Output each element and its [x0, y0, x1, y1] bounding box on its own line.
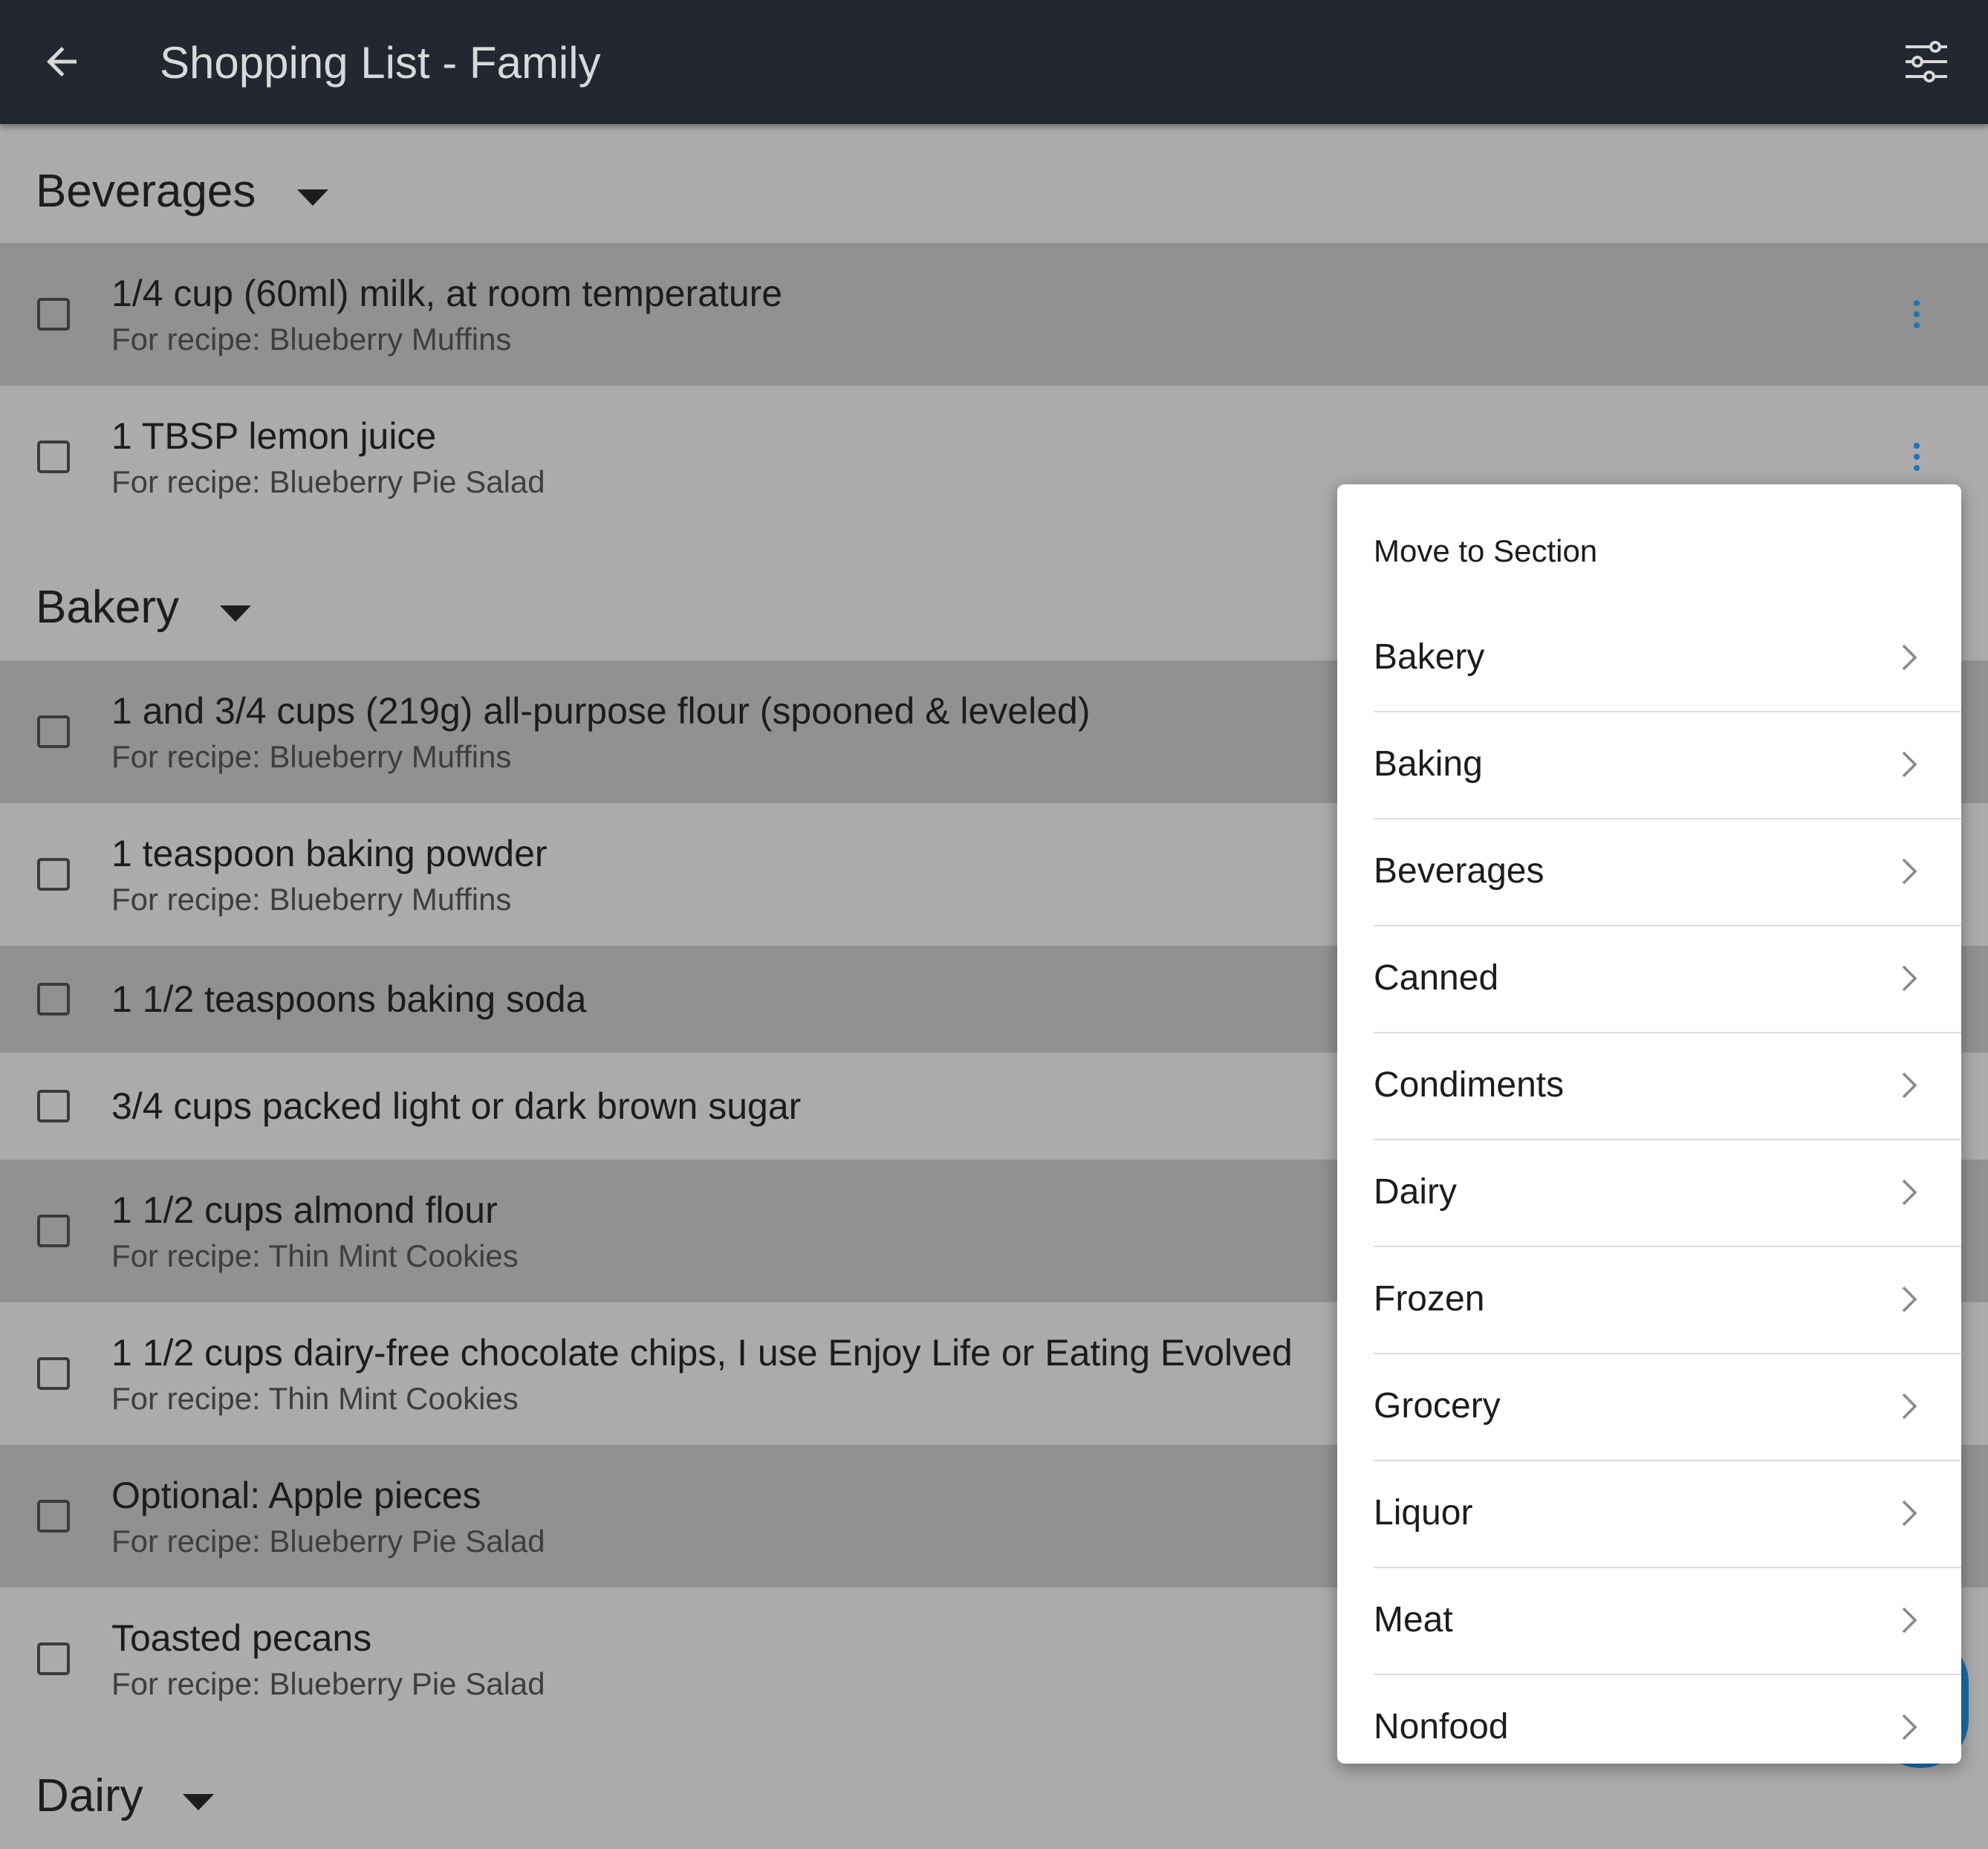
back-button[interactable] [30, 30, 94, 94]
caret-down-icon[interactable] [183, 1794, 214, 1810]
item-text: 3/4 cups packed light or dark brown suga… [111, 1085, 802, 1127]
menu-item-nonfood[interactable]: Nonfood [1374, 1675, 1961, 1764]
menu-item-dairy[interactable]: Dairy [1374, 1140, 1961, 1247]
item-recipe: For recipe: Blueberry Pie Salad [111, 1666, 545, 1701]
menu-header: Move to Section [1374, 533, 1598, 568]
menu-item-baking[interactable]: Baking [1374, 712, 1961, 819]
chevron-right-icon [1902, 751, 1917, 778]
item-text: 1 1/2 teaspoons baking soda [111, 978, 587, 1020]
chevron-right-icon [1902, 1179, 1917, 1206]
menu-item-label: Beverages [1374, 851, 1544, 891]
chevron-right-icon [1902, 1714, 1917, 1741]
item-checkbox[interactable] [37, 715, 70, 748]
item-checkbox[interactable] [37, 1215, 70, 1247]
chevron-right-icon [1902, 858, 1917, 885]
menu-item-grocery[interactable]: Grocery [1374, 1354, 1961, 1461]
item-text: 1 TBSP lemon juice [111, 415, 437, 457]
item-text: 1 and 3/4 cups (219g) all-purpose flour … [111, 690, 1091, 732]
menu-item-label: Baking [1374, 744, 1483, 784]
item-text: 1 teaspoon baking powder [111, 833, 548, 874]
item-recipe: For recipe: Blueberry Pie Salad [111, 1524, 545, 1559]
more-vert-icon[interactable] [1902, 430, 1932, 484]
caret-down-icon[interactable] [220, 605, 251, 622]
caret-down-icon[interactable] [297, 189, 328, 206]
list-item[interactable]: 1/4 cup (60ml) milk, at room temperature… [0, 243, 1988, 386]
section-title: Beverages [36, 166, 256, 217]
page-title: Shopping List - Family [160, 38, 601, 88]
menu-item-label: Nonfood [1374, 1707, 1509, 1746]
item-checkbox[interactable] [37, 983, 70, 1016]
item-checkbox[interactable] [37, 858, 70, 891]
menu-item-label: Canned [1374, 958, 1499, 998]
chevron-right-icon [1902, 1607, 1917, 1634]
chevron-right-icon [1902, 1286, 1917, 1313]
section-header-beverages[interactable]: Beverages [0, 124, 1988, 243]
menu-item-label: Liquor [1374, 1493, 1473, 1533]
item-recipe: For recipe: Thin Mint Cookies [111, 1381, 519, 1416]
item-text: 1/4 cup (60ml) milk, at room temperature [111, 273, 783, 314]
menu-item-liquor[interactable]: Liquor [1374, 1461, 1961, 1568]
chevron-right-icon [1902, 1393, 1917, 1420]
item-checkbox[interactable] [37, 1090, 70, 1122]
menu-item-condiments[interactable]: Condiments [1374, 1033, 1961, 1140]
menu-item-canned[interactable]: Canned [1374, 926, 1961, 1033]
item-checkbox[interactable] [37, 441, 70, 473]
menu-item-label: Meat [1374, 1600, 1453, 1640]
menu-item-frozen[interactable]: Frozen [1374, 1247, 1961, 1354]
menu-item-label: Bakery [1374, 637, 1485, 677]
item-checkbox[interactable] [37, 1642, 70, 1675]
menu-item-beverages[interactable]: Beverages [1374, 819, 1961, 926]
chevron-right-icon [1902, 644, 1917, 671]
item-checkbox[interactable] [37, 298, 70, 331]
menu-item-label: Grocery [1374, 1386, 1501, 1426]
section-title: Bakery [36, 582, 179, 633]
more-vert-icon[interactable] [1902, 287, 1932, 341]
filter-button[interactable] [1894, 30, 1958, 94]
item-checkbox[interactable] [37, 1357, 70, 1390]
item-recipe: For recipe: Blueberry Muffins [111, 882, 512, 917]
menu-item-meat[interactable]: Meat [1374, 1568, 1961, 1675]
item-text: Optional: Apple pieces [111, 1475, 481, 1516]
item-recipe: For recipe: Blueberry Pie Salad [111, 464, 545, 499]
item-recipe: For recipe: Thin Mint Cookies [111, 1238, 519, 1273]
item-text: 1 1/2 cups almond flour [111, 1189, 498, 1231]
app-bar: Shopping List - Family [0, 0, 1988, 124]
arrow-left-icon [47, 47, 77, 77]
section-title: Dairy [36, 1770, 143, 1822]
menu-item-label: Frozen [1374, 1279, 1485, 1319]
chevron-right-icon [1902, 1500, 1917, 1527]
chevron-right-icon [1902, 965, 1917, 992]
move-to-section-menu: Move to Section Bakery Baking Beverages … [1337, 484, 1961, 1764]
item-recipe: For recipe: Blueberry Muffins [111, 739, 512, 774]
menu-item-bakery[interactable]: Bakery [1374, 605, 1961, 712]
item-checkbox[interactable] [37, 1500, 70, 1533]
item-text: 1 1/2 cups dairy-free chocolate chips, I… [111, 1332, 1293, 1374]
menu-item-label: Condiments [1374, 1065, 1565, 1105]
chevron-right-icon [1902, 1072, 1917, 1099]
item-recipe: For recipe: Blueberry Muffins [111, 322, 512, 357]
menu-item-label: Dairy [1374, 1172, 1458, 1212]
sliders-icon [1906, 41, 1947, 82]
item-text: Toasted pecans [111, 1617, 372, 1659]
